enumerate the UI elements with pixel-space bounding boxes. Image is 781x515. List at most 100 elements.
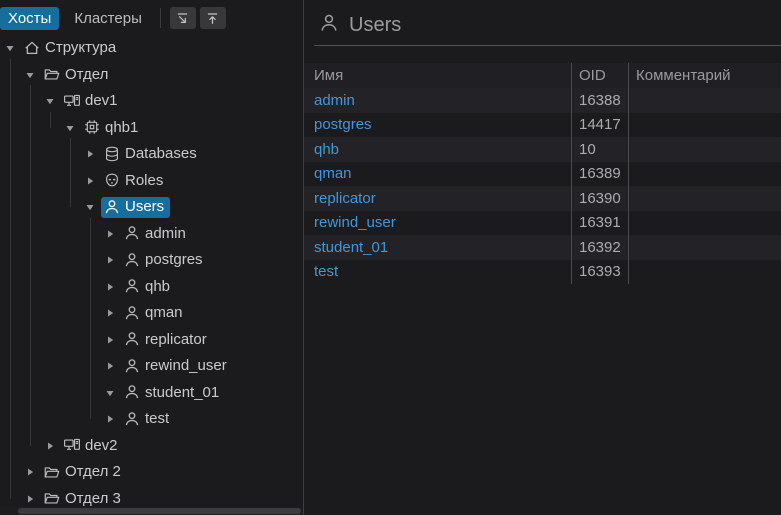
table-row-qhb[interactable]: qhb10 (304, 137, 781, 162)
tree-toolbar (170, 7, 230, 29)
user-name-link[interactable]: qman (304, 162, 571, 187)
tree-item-databases[interactable]: Databases (0, 141, 303, 168)
user-name-link[interactable]: replicator (304, 186, 571, 211)
tree-item-label: qman (145, 304, 183, 321)
user-name-link[interactable]: qhb (304, 137, 571, 162)
tree-item-otdel-3[interactable]: Отдел 3 (0, 486, 303, 513)
tree-item-label: postgres (145, 251, 203, 268)
tab-hosts[interactable]: Хосты (0, 7, 59, 30)
chevron-right-icon[interactable] (25, 467, 41, 477)
chevron-right-icon[interactable] (45, 441, 61, 451)
tree-item-users[interactable]: Users (0, 194, 303, 221)
column-header-oid[interactable]: OID (571, 63, 628, 88)
expand-all-button[interactable] (170, 7, 196, 29)
tree-item-otdel-2[interactable]: Отдел 2 (0, 459, 303, 486)
oid-value: 10 (571, 137, 628, 162)
tree-item-student_01[interactable]: student_01 (0, 380, 303, 407)
hosts-sidebar: Хосты Кластеры Структура Отдел dev1 qhb1 Data… (0, 0, 304, 515)
users-table: ИмяOIDКомментарий admin16388postgres1441… (304, 63, 781, 284)
tree-item-label: rewind_user (145, 357, 227, 374)
tree-item-label: admin (145, 225, 186, 242)
chevron-right-icon[interactable] (25, 494, 41, 504)
user-name-link[interactable]: admin (304, 88, 571, 113)
chevron-down-icon[interactable] (25, 70, 41, 80)
chevron-right-icon[interactable] (105, 255, 121, 265)
oid-value: 16390 (571, 186, 628, 211)
tree-item-dev1[interactable]: dev1 (0, 88, 303, 115)
user-name-link[interactable]: student_01 (304, 235, 571, 260)
table-row-admin[interactable]: admin16388 (304, 88, 781, 113)
chevron-right-icon[interactable] (105, 282, 121, 292)
tree-item-otdel[interactable]: Отдел (0, 62, 303, 89)
tree-item-dev2[interactable]: dev2 (0, 433, 303, 460)
chevron-down-icon[interactable] (85, 202, 101, 212)
tree-item-replicator[interactable]: replicator (0, 327, 303, 354)
app-window: Хосты Кластеры Структура Отдел dev1 qhb1 Data… (0, 0, 781, 515)
tree-item-test[interactable]: test (0, 406, 303, 433)
table-row-postgres[interactable]: postgres14417 (304, 113, 781, 138)
tree-item-qhb[interactable]: qhb (0, 274, 303, 301)
tree-item-structura[interactable]: Структура (0, 35, 303, 62)
tab-clusters[interactable]: Кластеры (66, 7, 150, 30)
comment-value (628, 260, 781, 285)
tree-item-label: Отдел (65, 66, 108, 83)
comment-value (628, 137, 781, 162)
comment-value (628, 211, 781, 236)
column-header-name[interactable]: Имя (304, 63, 571, 88)
user-name-link[interactable]: postgres (304, 113, 571, 138)
table-row-replicator[interactable]: replicator16390 (304, 186, 781, 211)
oid-value: 14417 (571, 113, 628, 138)
collapse-all-icon (205, 11, 220, 26)
table-row-rewind_user[interactable]: rewind_user16391 (304, 211, 781, 236)
tree-item-postgres[interactable]: postgres (0, 247, 303, 274)
table-body: admin16388postgres14417qhb10qman16389rep… (304, 88, 781, 284)
column-header-comment[interactable]: Комментарий (628, 63, 781, 88)
user-icon (103, 198, 121, 216)
chevron-down-icon[interactable] (45, 96, 61, 106)
chevron-right-icon[interactable] (105, 335, 121, 345)
chevron-right-icon[interactable] (105, 308, 121, 318)
tree-item-admin[interactable]: admin (0, 221, 303, 248)
user-icon (123, 277, 141, 295)
comment-value (628, 113, 781, 138)
tree-item-label: qhb1 (105, 119, 138, 136)
collapse-all-button[interactable] (200, 7, 226, 29)
oid-value: 16393 (571, 260, 628, 285)
chevron-right-icon[interactable] (105, 414, 121, 424)
mask-icon (103, 171, 121, 189)
user-name-link[interactable]: test (304, 260, 571, 285)
chevron-right-icon[interactable] (85, 149, 101, 159)
expand-all-icon (175, 11, 190, 26)
tree-item-label: Отдел 2 (65, 463, 121, 480)
chevron-right-icon[interactable] (85, 176, 101, 186)
user-icon (123, 304, 141, 322)
table-row-student_01[interactable]: student_0116392 (304, 235, 781, 260)
tree-item-qhb1[interactable]: qhb1 (0, 115, 303, 142)
oid-value: 16391 (571, 211, 628, 236)
comment-value (628, 235, 781, 260)
user-icon (123, 410, 141, 428)
chevron-right-icon[interactable] (105, 361, 121, 371)
tree-item-label: Структура (45, 39, 116, 56)
user-name-link[interactable]: rewind_user (304, 211, 571, 236)
tree-item-qman[interactable]: qman (0, 300, 303, 327)
chevron-down-icon[interactable] (5, 43, 21, 53)
folder-icon (43, 65, 61, 83)
chevron-down-icon[interactable] (105, 388, 121, 398)
tree-item-roles[interactable]: Roles (0, 168, 303, 195)
sidebar-tabs: Хосты Кластеры (0, 7, 150, 30)
tree-item-label: qhb (145, 278, 170, 295)
tree-item-label: student_01 (145, 384, 219, 401)
host-icon (63, 92, 81, 110)
tree-item-label: Отдел 3 (65, 490, 121, 507)
chevron-right-icon[interactable] (105, 229, 121, 239)
table-row-test[interactable]: test16393 (304, 260, 781, 285)
panel-header: Users (304, 0, 781, 45)
hosts-tree: Структура Отдел dev1 qhb1 DatabasesRolesUser… (0, 35, 303, 512)
tree-item-rewind_user[interactable]: rewind_user (0, 353, 303, 380)
chevron-down-icon[interactable] (65, 123, 81, 133)
sidebar-topbar: Хосты Кластеры (0, 0, 303, 33)
folder-icon (43, 489, 61, 507)
table-row-qman[interactable]: qman16389 (304, 162, 781, 187)
host-icon (63, 436, 81, 454)
